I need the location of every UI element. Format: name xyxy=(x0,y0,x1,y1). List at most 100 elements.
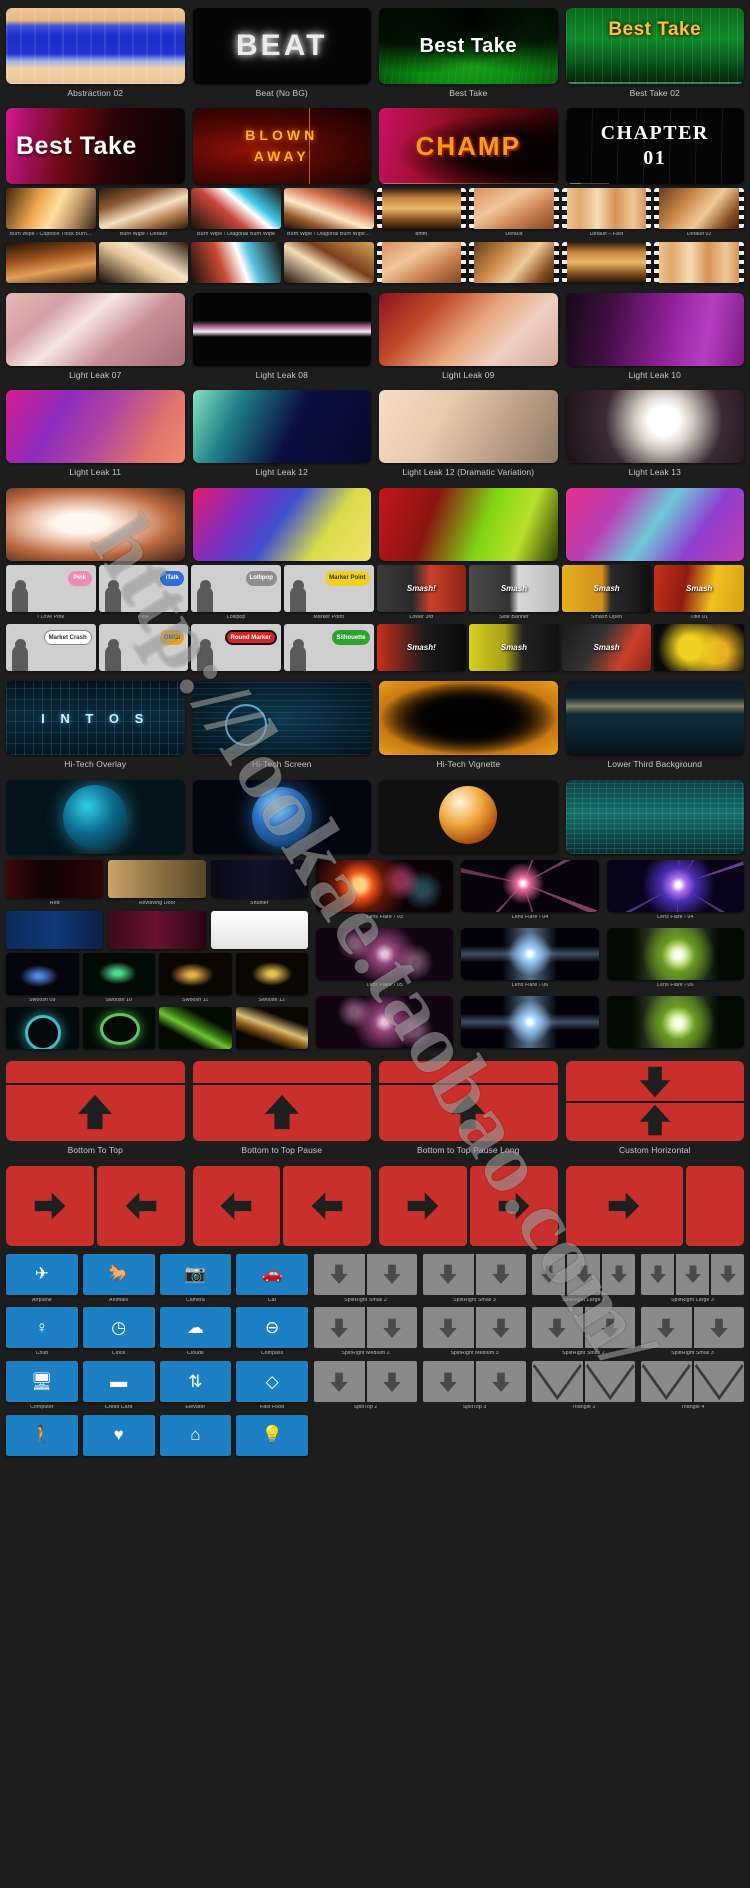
asset-cell[interactable]: Swoosh 12 xyxy=(235,952,308,1004)
asset-cell[interactable] xyxy=(654,242,744,284)
asset-cell[interactable]: Burn Wipe › Diagonal Burn Wipe xyxy=(191,188,281,238)
asset-thumbnail[interactable] xyxy=(314,1361,417,1403)
asset-thumbnail[interactable] xyxy=(641,1307,744,1349)
asset-cell[interactable]: Hi-Tech Screen xyxy=(192,681,371,769)
icon-cell[interactable]: ◷ Clock xyxy=(82,1307,155,1357)
asset-thumbnail[interactable] xyxy=(191,188,281,230)
asset-thumbnail[interactable] xyxy=(6,487,185,561)
asset-thumbnail[interactable] xyxy=(561,242,652,284)
asset-cell[interactable] xyxy=(469,242,559,284)
asset-thumbnail[interactable]: Smash xyxy=(654,564,744,612)
asset-cell[interactable] xyxy=(565,779,744,854)
asset-cell[interactable]: Bottom To Top xyxy=(6,1061,185,1155)
asset-thumbnail[interactable]: ♥ xyxy=(82,1414,155,1456)
asset-cell[interactable]: SplitRight Medium 2 xyxy=(314,1307,417,1357)
asset-thumbnail[interactable]: ♀ xyxy=(6,1307,78,1349)
asset-cell[interactable] xyxy=(565,487,744,561)
asset-thumbnail[interactable] xyxy=(423,1307,526,1349)
asset-cell[interactable]: Best Take Best Take 02 xyxy=(565,8,744,98)
asset-cell[interactable]: Light Leak 11 xyxy=(6,390,185,477)
asset-cell[interactable]: SplitRight Small 2 xyxy=(532,1307,635,1357)
asset-thumbnail[interactable]: CHAPTER 01 xyxy=(565,108,744,185)
asset-cell[interactable]: SplitTop 3 xyxy=(423,1361,526,1411)
asset-thumbnail[interactable] xyxy=(606,927,744,980)
asset-thumbnail[interactable] xyxy=(561,188,652,230)
asset-thumbnail[interactable]: 💡 xyxy=(236,1414,308,1456)
asset-cell[interactable]: Lens Flare › 06 xyxy=(461,927,599,990)
asset-thumbnail[interactable]: 🐎 xyxy=(82,1253,155,1295)
asset-cell[interactable] xyxy=(6,1165,185,1246)
asset-thumbnail[interactable]: Silhouette xyxy=(283,624,374,672)
asset-cell[interactable]: Pink I Love Pink xyxy=(6,564,96,621)
asset-cell[interactable]: Best Take xyxy=(6,108,185,185)
asset-thumbnail[interactable] xyxy=(283,188,374,230)
asset-cell[interactable] xyxy=(98,242,189,284)
asset-cell[interactable]: Lens Flare › 03 xyxy=(316,859,454,922)
asset-thumbnail[interactable] xyxy=(6,8,185,84)
asset-cell[interactable]: Light Leak 12 (Dramatic Variation) xyxy=(379,390,558,477)
asset-thumbnail[interactable] xyxy=(192,390,371,464)
asset-cell[interactable]: Swoosh 11 xyxy=(159,952,232,1004)
asset-thumbnail[interactable] xyxy=(6,1061,185,1142)
asset-cell[interactable]: Smash! xyxy=(376,624,467,672)
icon-cell[interactable]: ☁ Clouds xyxy=(159,1307,232,1357)
asset-thumbnail[interactable] xyxy=(6,188,96,230)
asset-cell[interactable]: Default 02 xyxy=(654,188,744,238)
asset-thumbnail[interactable] xyxy=(469,188,559,230)
asset-thumbnail[interactable]: ◷ xyxy=(82,1307,155,1349)
asset-thumbnail[interactable] xyxy=(192,1165,371,1246)
asset-thumbnail[interactable] xyxy=(192,487,371,561)
asset-thumbnail[interactable] xyxy=(565,1061,744,1142)
asset-cell[interactable]: Triangle 3 xyxy=(532,1361,635,1411)
asset-thumbnail[interactable]: Market Crash xyxy=(6,624,96,672)
asset-cell[interactable] xyxy=(192,487,371,561)
asset-cell[interactable] xyxy=(654,624,744,672)
asset-thumbnail[interactable]: Best Take xyxy=(6,108,185,185)
asset-cell[interactable]: Lens Flare › 05 xyxy=(316,927,454,990)
asset-cell[interactable]: SplitRight Medium 3 xyxy=(423,1307,526,1357)
asset-cell[interactable] xyxy=(376,242,467,284)
asset-thumbnail[interactable] xyxy=(641,1361,744,1403)
icon-cell[interactable]: ▬ Credit Card xyxy=(82,1361,155,1411)
asset-thumbnail[interactable]: ◇ xyxy=(236,1361,308,1403)
asset-thumbnail[interactable] xyxy=(379,390,558,464)
asset-cell[interactable]: Swoosh 09 xyxy=(6,952,79,1004)
asset-cell[interactable]: Bottom to Top Pause xyxy=(192,1061,371,1155)
asset-cell[interactable]: Light Leak 12 xyxy=(192,390,371,477)
icon-cell[interactable]: 🚶 xyxy=(6,1414,78,1456)
asset-cell[interactable] xyxy=(82,1007,155,1050)
asset-cell[interactable]: Red xyxy=(6,859,104,907)
asset-cell[interactable] xyxy=(6,779,185,854)
asset-cell[interactable]: Shuffler xyxy=(210,859,308,907)
asset-thumbnail[interactable]: Best Take xyxy=(565,8,744,84)
asset-cell[interactable]: Smash xyxy=(469,624,559,672)
asset-thumbnail[interactable] xyxy=(565,681,744,756)
asset-thumbnail[interactable]: BEAT xyxy=(192,8,371,84)
asset-thumbnail[interactable] xyxy=(316,995,454,1048)
asset-thumbnail[interactable] xyxy=(565,293,744,367)
asset-thumbnail[interactable] xyxy=(235,1007,308,1050)
asset-cell[interactable]: Abstraction 02 xyxy=(6,8,185,98)
asset-thumbnail[interactable]: ✈ xyxy=(6,1253,78,1295)
asset-thumbnail[interactable] xyxy=(469,242,559,284)
asset-thumbnail[interactable] xyxy=(376,242,467,284)
asset-thumbnail[interactable] xyxy=(654,624,744,672)
icon-cell[interactable]: ⇅ Elevator xyxy=(159,1361,232,1411)
asset-cell[interactable]: Lens Flare › 04 xyxy=(461,859,599,922)
asset-thumbnail[interactable] xyxy=(316,859,454,912)
asset-cell[interactable] xyxy=(561,242,652,284)
asset-thumbnail[interactable] xyxy=(192,1061,371,1142)
asset-thumbnail[interactable]: ▬ xyxy=(82,1361,155,1403)
asset-thumbnail[interactable]: Smash xyxy=(469,624,559,672)
asset-thumbnail[interactable] xyxy=(654,188,744,230)
asset-cell[interactable] xyxy=(6,242,96,284)
asset-thumbnail[interactable] xyxy=(606,995,744,1048)
asset-thumbnail[interactable]: ⌂ xyxy=(159,1414,232,1456)
asset-thumbnail[interactable] xyxy=(532,1361,635,1403)
asset-cell[interactable]: Round Marker xyxy=(191,624,281,672)
asset-cell[interactable] xyxy=(235,1007,308,1050)
asset-cell[interactable] xyxy=(6,487,185,561)
asset-cell[interactable] xyxy=(192,1165,371,1246)
asset-cell[interactable]: BLOWN AWAY xyxy=(192,108,371,185)
icon-cell[interactable]: 🚗 Car xyxy=(236,1253,308,1304)
